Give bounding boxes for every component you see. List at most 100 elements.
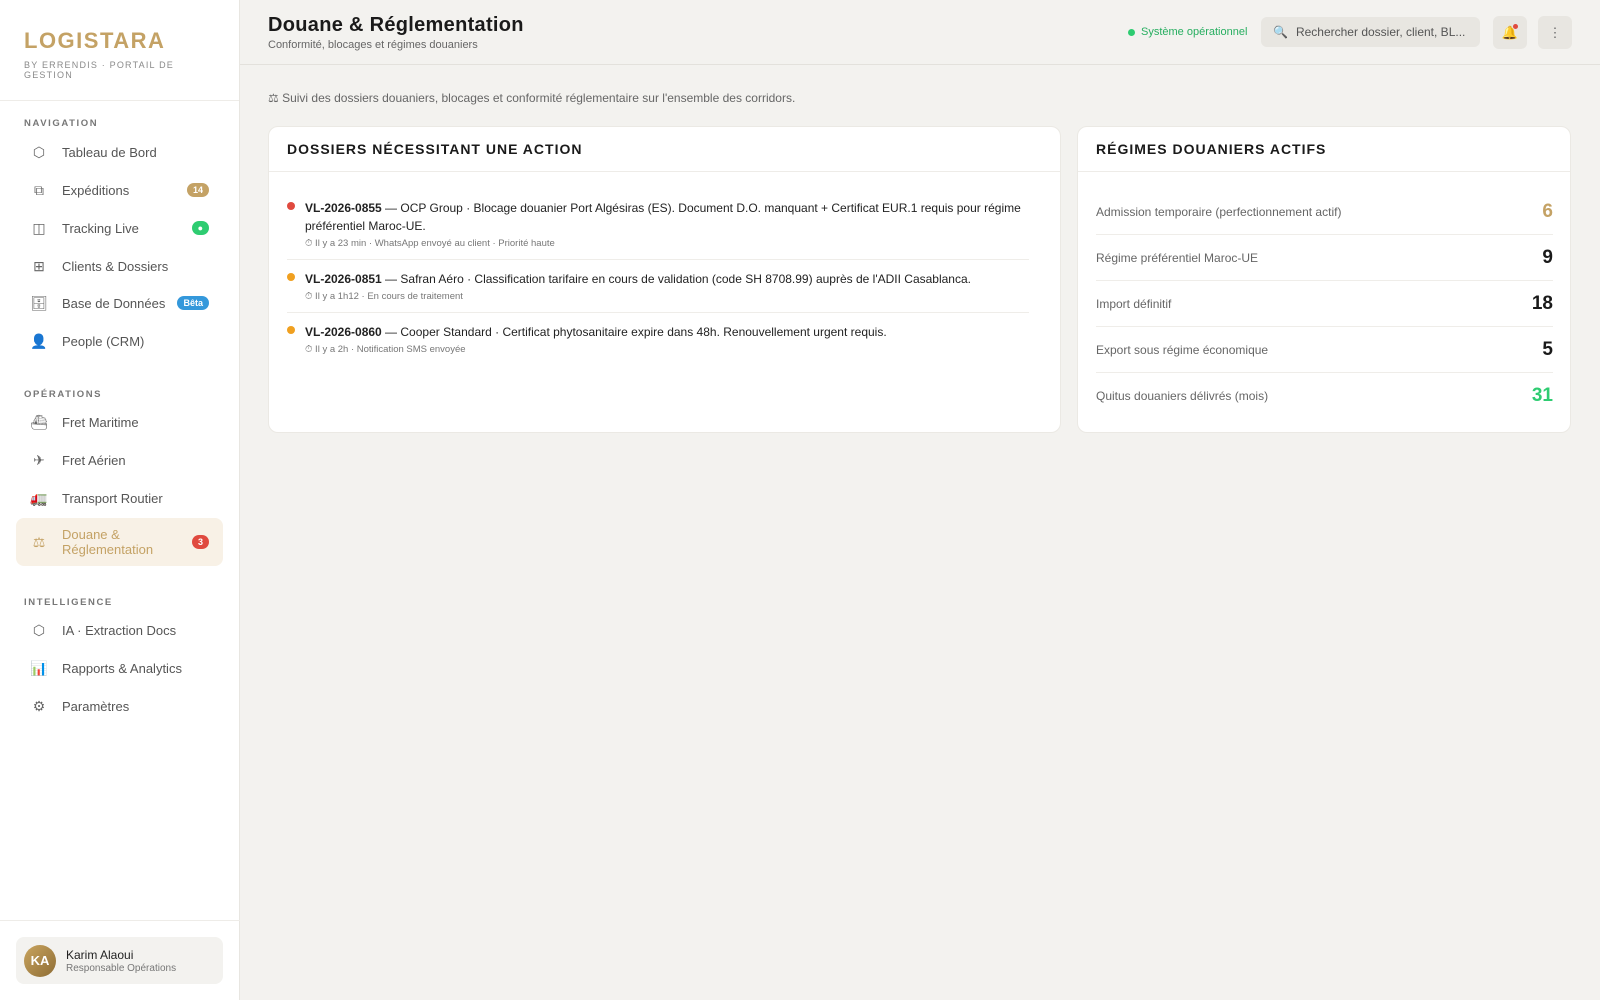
action-description: — OCP Group · Blocage douanier Port Algé…	[305, 201, 1021, 233]
notification-dot	[1513, 24, 1518, 29]
section-title-navigation: NAVIGATION	[24, 118, 99, 129]
regime-label: Import définitif	[1096, 297, 1172, 311]
people-icon: 👤	[30, 332, 48, 349]
page-intro: ⚖ Suivi des dossiers douaniers, blocages…	[268, 91, 796, 105]
tracking-icon: ◫	[32, 219, 46, 236]
user-name: Karim Alaoui	[66, 947, 134, 962]
sidebar-item-dashboard[interactable]: ⬡ Tableau de Bord	[16, 134, 223, 170]
regime-count: 5	[1542, 339, 1553, 360]
regimes-card: RÉGIMES DOUANIERS ACTIFS Admission tempo…	[1077, 126, 1571, 433]
dossier-id[interactable]: VL-2026-0860	[305, 325, 382, 339]
divider	[287, 312, 1029, 313]
sidebar-item-settings[interactable]: ⚙ Paramètres	[16, 688, 223, 724]
page-title: Douane & Réglementation	[268, 14, 524, 36]
actions-card: DOSSIERS NÉCESSITANT UNE ACTION VL-2026-…	[268, 126, 1061, 433]
more-vertical-icon: ⋮	[1548, 24, 1562, 40]
plane-icon: ✈	[33, 451, 45, 468]
system-status-text: Système opérationnel	[1141, 26, 1248, 38]
chart-icon: 📊	[30, 659, 48, 676]
search-box[interactable]: 🔍	[1261, 17, 1480, 47]
action-text: VL-2026-0851 — Safran Aéro · Classificat…	[305, 270, 1029, 288]
sidebar-item-label: Base de Données	[62, 295, 166, 311]
shipments-icon: ⧉	[34, 181, 44, 198]
regime-count: 6	[1542, 201, 1553, 222]
sidebar-item-road-transport[interactable]: 🚛 Transport Routier	[16, 480, 223, 516]
list-item[interactable]: VL-2026-0860 — Cooper Standard · Certifi…	[287, 323, 1029, 355]
sidebar-item-label: Tracking Live	[62, 220, 139, 236]
truck-icon: 🚛	[30, 489, 48, 506]
user-role: Responsable Opérations	[66, 962, 177, 974]
list-item[interactable]: VL-2026-0855 — OCP Group · Blocage douan…	[287, 199, 1029, 249]
search-input[interactable]	[1295, 25, 1468, 39]
actions-card-title: DOSSIERS NÉCESSITANT UNE ACTION	[269, 127, 1060, 172]
action-text: VL-2026-0860 — Cooper Standard · Certifi…	[305, 323, 1029, 341]
regime-label: Régime préférentiel Maroc-UE	[1096, 251, 1259, 265]
sidebar-item-label: Douane & Réglementation	[62, 527, 154, 557]
ai-icon: ⬡	[32, 621, 46, 638]
regime-label: Quitus douaniers délivrés (mois)	[1096, 389, 1269, 403]
user-profile-card[interactable]: KA Karim Alaoui Responsable Opérations	[16, 937, 223, 984]
sidebar-item-shipments[interactable]: ⧉ Expéditions 14	[16, 172, 223, 208]
section-title-intelligence: INTELLIGENCE	[24, 597, 113, 608]
system-status: Système opérationnel	[1128, 26, 1247, 38]
regime-row[interactable]: Export sous régime économique 5	[1096, 327, 1553, 373]
sidebar-item-label: Rapports & Analytics	[62, 660, 182, 676]
sidebar-item-database[interactable]: 🗄 Base de Données Bêta	[16, 285, 223, 321]
list-item[interactable]: VL-2026-0851 — Safran Aéro · Classificat…	[287, 270, 1029, 302]
divider	[287, 259, 1029, 260]
live-status-badge: ●	[191, 221, 209, 235]
customs-count-badge: 3	[191, 535, 209, 549]
sidebar-item-label: Tableau de Bord	[62, 144, 157, 160]
sidebar-item-tracking[interactable]: ◫ Tracking Live ●	[16, 210, 223, 246]
action-meta: ⏱ Il y a 1h12 · En cours de traitement	[305, 291, 463, 302]
dossier-id[interactable]: VL-2026-0855	[305, 201, 382, 215]
section-title-operations: OPÉRATIONS	[24, 389, 103, 400]
brand-block: LOGISTARA BY ERRENDIS · PORTAIL DE GESTI…	[0, 0, 239, 101]
sidebar-divider	[0, 920, 240, 921]
sidebar-item-air-freight[interactable]: ✈ Fret Aérien	[16, 442, 223, 478]
brand-subtitle: BY ERRENDIS · PORTAIL DE GESTION	[24, 60, 174, 80]
sidebar-item-label: People (CRM)	[62, 333, 145, 349]
regime-count: 31	[1531, 385, 1553, 406]
sidebar-item-label: Paramètres	[62, 698, 130, 714]
sidebar-item-reports[interactable]: 📊 Rapports & Analytics	[16, 650, 223, 686]
priority-dot	[287, 326, 295, 334]
sidebar-item-customs[interactable]: ⚖ Douane & Réglementation 3	[16, 518, 223, 566]
priority-dot	[287, 273, 295, 281]
regime-row[interactable]: Quitus douaniers délivrés (mois) 31	[1096, 373, 1553, 419]
database-icon: 🗄	[30, 294, 48, 311]
dashboard-icon: ⬡	[32, 143, 46, 160]
sidebar-item-people[interactable]: 👤 People (CRM)	[16, 323, 223, 359]
clients-icon: ⊞	[33, 257, 45, 274]
dossier-id[interactable]: VL-2026-0851	[305, 272, 382, 286]
action-description: — Safran Aéro · Classification tarifaire…	[381, 272, 971, 286]
more-options-button[interactable]: ⋮	[1538, 16, 1572, 49]
avatar: KA	[24, 944, 56, 977]
brand-logo[interactable]: LOGISTARA	[24, 28, 215, 54]
regime-row[interactable]: Import définitif 18	[1096, 281, 1553, 327]
sidebar-item-label: Transport Routier	[62, 490, 163, 506]
sidebar-item-label: Clients & Dossiers	[62, 258, 169, 274]
sidebar-item-label: Fret Maritime	[62, 414, 139, 430]
shipments-count-badge: 14	[186, 183, 209, 197]
sidebar-item-ai-extraction[interactable]: ⬡ IA · Extraction Docs	[16, 612, 223, 648]
notifications-button[interactable]: 🔔	[1493, 16, 1527, 49]
top-header: Douane & Réglementation Conformité, bloc…	[240, 0, 1600, 65]
gear-icon: ⚙	[32, 697, 46, 714]
sidebar-item-label: IA · Extraction Docs	[62, 622, 177, 638]
regime-row[interactable]: Régime préférentiel Maroc-UE 9	[1096, 235, 1553, 281]
page-subtitle: Conformité, blocages et régimes douanier…	[268, 39, 478, 51]
action-meta: ⏱ Il y a 23 min · WhatsApp envoyé au cli…	[305, 238, 555, 249]
action-text: VL-2026-0855 — OCP Group · Blocage douan…	[305, 199, 1029, 235]
regime-count: 18	[1531, 293, 1553, 314]
regime-label: Admission temporaire (perfectionnement a…	[1096, 205, 1342, 219]
status-dot-icon	[1128, 28, 1135, 36]
sidebar-item-clients[interactable]: ⊞ Clients & Dossiers	[16, 248, 223, 284]
ship-icon: ⛴	[30, 413, 48, 430]
sidebar: LOGISTARA BY ERRENDIS · PORTAIL DE GESTI…	[0, 0, 240, 1000]
sidebar-item-sea-freight[interactable]: ⛴ Fret Maritime	[16, 404, 223, 440]
search-icon: 🔍	[1273, 25, 1288, 39]
priority-dot	[287, 202, 295, 210]
regime-row[interactable]: Admission temporaire (perfectionnement a…	[1096, 189, 1553, 235]
action-meta: ⏱ Il y a 2h · Notification SMS envoyée	[305, 344, 466, 355]
